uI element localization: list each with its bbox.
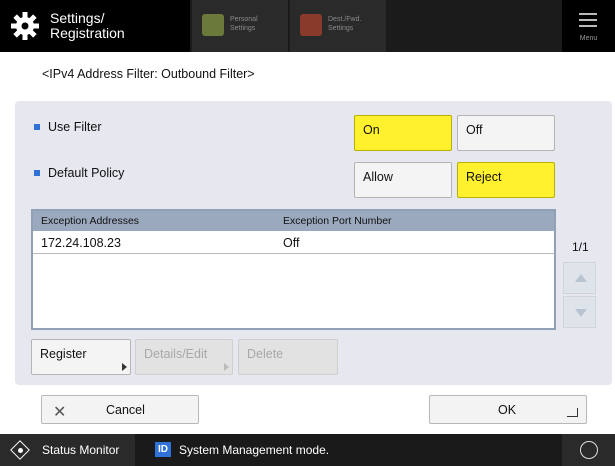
dest-fwd-settings-tab: Dest./Fwd. Settings <box>290 0 386 52</box>
menu-label: Menu <box>579 35 598 42</box>
default-policy-label: Default Policy <box>34 166 124 180</box>
row-port: Off <box>283 236 300 250</box>
personal-settings-icon <box>202 14 224 36</box>
use-filter-text: Use Filter <box>48 120 102 134</box>
details-edit-label: Details/Edit <box>144 347 208 361</box>
menu-button[interactable]: Menu <box>562 0 615 52</box>
policy-reject-button[interactable]: Reject <box>457 162 555 198</box>
settings-title: Settings/ Registration <box>50 10 125 41</box>
filter-on-label: On <box>363 123 380 137</box>
arrow-down-icon <box>575 309 587 317</box>
submenu-arrow-icon <box>122 363 127 371</box>
top-bar: Settings/ Registration Personal Settings… <box>0 0 615 52</box>
cancel-button[interactable]: ✕ Cancel <box>41 395 199 424</box>
bullet-icon <box>34 124 40 130</box>
close-icon: ✕ <box>53 404 67 421</box>
scroll-up-button[interactable] <box>563 262 596 294</box>
personal-settings-tab: Personal Settings <box>192 0 288 52</box>
ok-button[interactable]: OK <box>429 395 587 424</box>
mode-text: System Management mode. <box>179 443 330 457</box>
gear-icon <box>11 12 39 40</box>
bullet-icon <box>34 170 40 176</box>
register-button[interactable]: Register <box>31 339 131 375</box>
page-title: <IPv4 Address Filter: Outbound Filter> <box>42 67 255 81</box>
page-counter: 1/1 <box>572 240 589 254</box>
delete-button[interactable]: Delete <box>238 339 338 375</box>
status-monitor-icon-dot <box>18 448 23 453</box>
policy-allow-label: Allow <box>363 170 393 184</box>
column-header-port: Exception Port Number <box>283 215 392 227</box>
status-bar: Status Monitor ID System Management mode… <box>0 434 615 466</box>
personal-settings-label: Personal Settings <box>230 16 258 32</box>
table-header: Exception Addresses Exception Port Numbe… <box>33 211 554 231</box>
settings-registration-tab[interactable]: Settings/ Registration <box>0 0 190 52</box>
filter-off-button[interactable]: Off <box>457 115 555 151</box>
dest-fwd-settings-label: Dest./Fwd. Settings <box>328 16 362 32</box>
arrow-up-icon <box>575 274 587 282</box>
exception-table: Exception Addresses Exception Port Numbe… <box>31 209 556 330</box>
dest-fwd-settings-icon <box>300 14 322 36</box>
submenu-arrow-icon <box>224 363 229 371</box>
default-policy-text: Default Policy <box>48 166 125 180</box>
filter-on-button[interactable]: On <box>354 115 452 151</box>
scroll-down-button[interactable] <box>563 296 596 328</box>
register-label: Register <box>40 347 87 361</box>
policy-allow-button[interactable]: Allow <box>354 162 452 198</box>
table-row[interactable]: 172.24.108.23 Off <box>33 231 554 254</box>
filter-off-label: Off <box>466 123 483 137</box>
status-monitor-button[interactable]: Status Monitor <box>0 434 135 466</box>
row-address: 172.24.108.23 <box>41 236 121 250</box>
enter-icon <box>567 408 578 417</box>
details-edit-button[interactable]: Details/Edit <box>135 339 233 375</box>
status-monitor-label: Status Monitor <box>42 443 120 457</box>
policy-reject-label: Reject <box>466 170 502 184</box>
id-badge-icon: ID <box>155 442 171 457</box>
use-filter-label: Use Filter <box>34 120 101 134</box>
ok-label: OK <box>498 403 517 417</box>
system-icon <box>580 441 598 459</box>
cancel-label: Cancel <box>106 403 145 417</box>
menu-icon <box>579 13 597 27</box>
column-header-addresses: Exception Addresses <box>41 215 140 227</box>
system-button[interactable] <box>562 434 615 466</box>
delete-label: Delete <box>247 347 284 361</box>
